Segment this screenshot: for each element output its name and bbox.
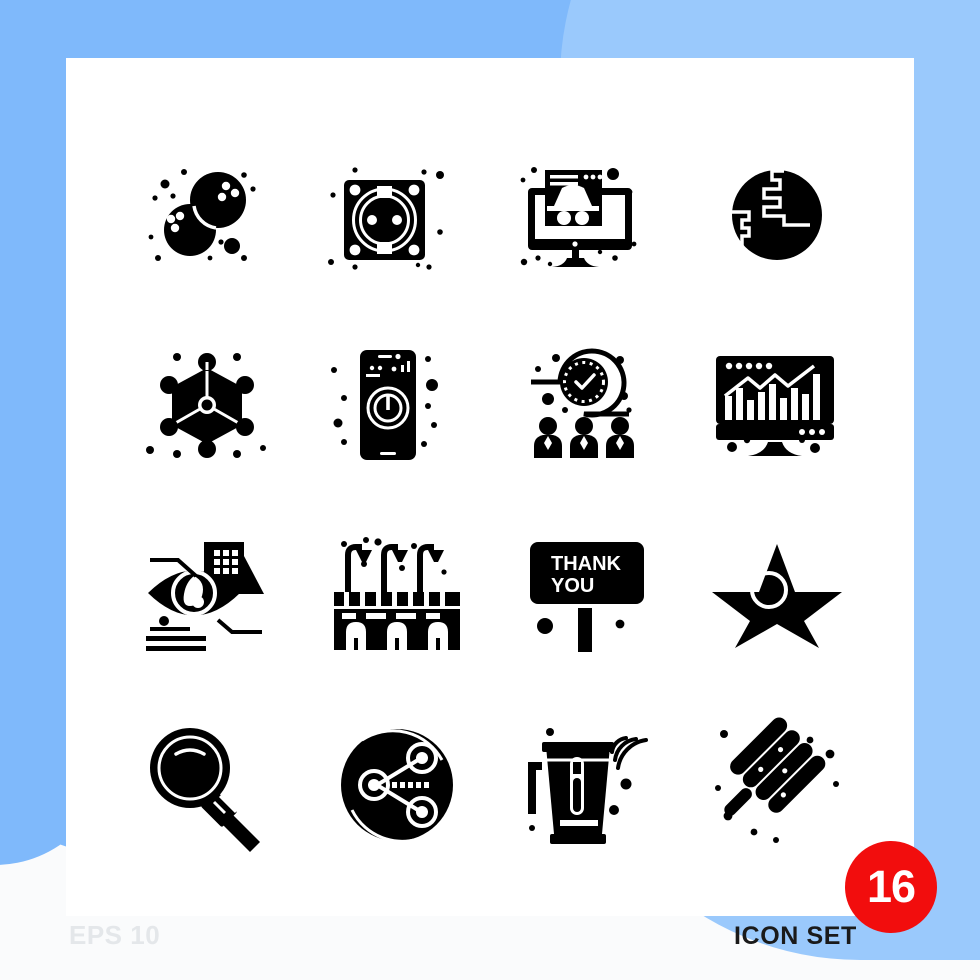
icon-cell-eye-surveillance[interactable] bbox=[112, 500, 302, 690]
icon-cell-share-network-circle[interactable] bbox=[302, 690, 492, 880]
icon-cell-bridge-lamps[interactable] bbox=[302, 500, 492, 690]
popsicle-icecream-icon bbox=[715, 717, 839, 843]
icon-cell-smartphone-power[interactable] bbox=[302, 310, 492, 500]
icon-set-label: ICON SET bbox=[734, 922, 857, 950]
monitor-incognito-icon bbox=[520, 167, 637, 267]
icon-cell-team-deadline[interactable] bbox=[492, 310, 682, 500]
monitor-analytics-icon bbox=[716, 356, 834, 456]
star-circle-icon bbox=[712, 544, 842, 648]
share-network-circle-icon bbox=[341, 729, 453, 843]
power-socket-icon bbox=[328, 167, 444, 270]
icon-cell-monitor-incognito[interactable] bbox=[492, 120, 682, 310]
icon-grid: THANK YOU bbox=[112, 120, 872, 880]
icon-cell-molecule-network[interactable] bbox=[112, 310, 302, 500]
icon-cell-magnifier-search[interactable] bbox=[112, 690, 302, 880]
icon-cell-globe-earth[interactable] bbox=[682, 120, 872, 310]
eye-surveillance-icon bbox=[146, 542, 264, 651]
icon-cell-bowling-balls[interactable] bbox=[112, 120, 302, 310]
sign-line-2: YOU bbox=[551, 575, 594, 597]
icon-cell-popsicle-icecream[interactable] bbox=[682, 690, 872, 880]
icon-cell-thank-you-sign[interactable]: THANK YOU bbox=[492, 500, 682, 690]
bridge-lamps-icon bbox=[334, 537, 460, 650]
smart-blender-icon bbox=[528, 728, 648, 844]
team-deadline-icon bbox=[531, 348, 634, 458]
thank-you-sign-icon: THANK YOU bbox=[530, 542, 644, 652]
bowling-balls-icon bbox=[148, 169, 256, 261]
globe-earth-icon bbox=[732, 169, 822, 260]
icon-count-badge: 16 bbox=[845, 841, 937, 933]
icon-cell-monitor-analytics[interactable] bbox=[682, 310, 872, 500]
icon-cell-star-circle[interactable] bbox=[682, 500, 872, 690]
icon-cell-smart-blender[interactable] bbox=[492, 690, 682, 880]
icon-cell-power-socket[interactable] bbox=[302, 120, 492, 310]
molecule-network-icon bbox=[146, 353, 266, 458]
smartphone-power-icon bbox=[331, 350, 438, 460]
sign-line-1: THANK bbox=[551, 553, 622, 575]
eps-version-label: EPS 10 bbox=[69, 920, 161, 950]
icon-set-sheet: THANK YOU EPS 10 ICON SET 16 bbox=[0, 0, 980, 980]
magnifier-search-icon bbox=[150, 728, 260, 852]
